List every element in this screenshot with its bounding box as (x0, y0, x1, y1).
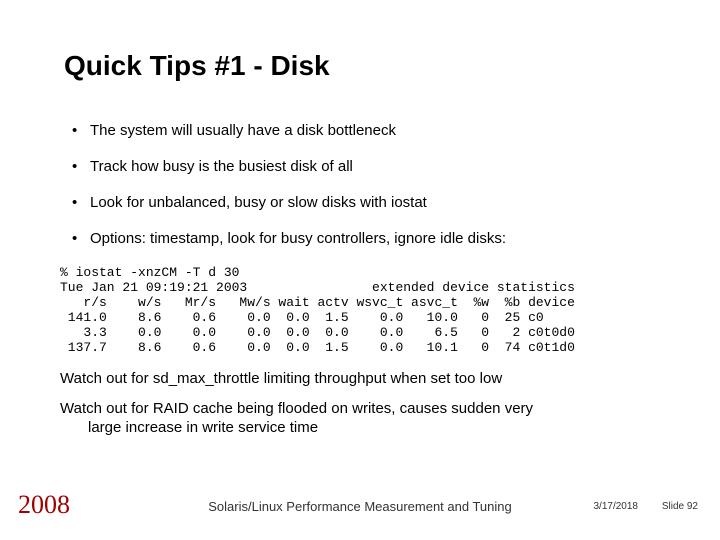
code-block: % iostat -xnzCM -T d 30 Tue Jan 21 09:19… (60, 266, 660, 356)
bullet-item: Track how busy is the busiest disk of al… (72, 158, 660, 176)
slide-title: Quick Tips #1 - Disk (64, 50, 660, 82)
paragraph: Watch out for sd_max_throttle limiting t… (60, 370, 660, 389)
bullet-list: The system will usually have a disk bott… (72, 122, 660, 248)
slide: Quick Tips #1 - Disk The system will usu… (0, 0, 720, 540)
footer-date: 3/17/2018 (594, 501, 639, 512)
paragraph: Watch out for RAID cache being flooded o… (60, 400, 660, 438)
paragraph-line: Watch out for RAID cache being flooded o… (60, 400, 533, 417)
footer-slide-number: Slide 92 (662, 501, 698, 512)
bullet-item: The system will usually have a disk bott… (72, 122, 660, 140)
bullet-item: Look for unbalanced, busy or slow disks … (72, 194, 660, 212)
bullet-item: Options: timestamp, look for busy contro… (72, 230, 660, 248)
paragraph-line: large increase in write service time (60, 419, 660, 438)
